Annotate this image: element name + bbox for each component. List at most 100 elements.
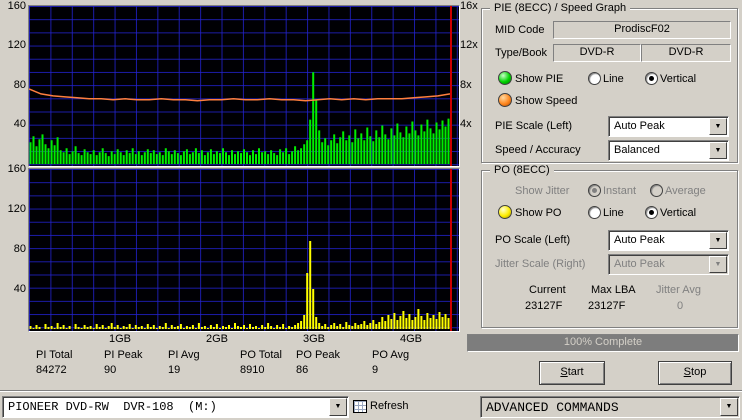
po-axis-tick: 40	[2, 283, 26, 295]
scan-position-marker	[450, 6, 452, 166]
stat-po-peak: PO Peak 86	[296, 349, 340, 376]
start-button[interactable]: Start	[539, 361, 605, 385]
bottom-divider	[0, 390, 742, 392]
current-value: 23127F	[525, 300, 562, 312]
jitter-average-label: Average	[665, 185, 706, 197]
jitter-average-radio	[650, 184, 663, 197]
drive-select[interactable]: PIONEER DVD-RW DVR-108 (M:) ▼	[2, 396, 349, 418]
pie-axis-tick: 160	[2, 0, 26, 12]
stat-pi-peak: PI Peak 90	[104, 349, 143, 376]
pie-vertical-label[interactable]: Vertical	[660, 73, 696, 85]
advanced-commands-value: ADVANCED COMMANDS	[486, 400, 619, 415]
pie-group-title: PIE (8ECC) / Speed Graph	[490, 2, 630, 14]
x-axis-tick: 3GB	[301, 333, 327, 345]
x-axis-tick: 1GB	[107, 333, 133, 345]
po-chart	[29, 169, 457, 329]
advanced-commands-select[interactable]: ADVANCED COMMANDS ▼	[480, 396, 740, 418]
stat-pi-total: PI Total 84272	[36, 349, 73, 376]
po-scale-select[interactable]: Auto Peak ▼	[608, 230, 729, 251]
mid-code-value: ProdiscF02	[553, 21, 731, 39]
jitter-scale-value: Auto Peak	[614, 258, 665, 270]
po-line-label[interactable]: Line	[603, 207, 624, 219]
po-axis-tick: 80	[2, 243, 26, 255]
po-vertical-label[interactable]: Vertical	[660, 207, 696, 219]
current-label: Current	[529, 284, 566, 296]
speed-axis-tick: 8x	[460, 79, 482, 91]
pie-vertical-radio[interactable]	[645, 72, 658, 85]
show-jitter-label: Show Jitter	[515, 185, 569, 197]
speed-accuracy-select[interactable]: Balanced ▼	[608, 140, 729, 161]
pie-line-radio[interactable]	[588, 72, 601, 85]
type-value: DVD-R	[553, 44, 641, 62]
book-value: DVD-R	[641, 44, 731, 62]
progress-bar: 100% Complete	[467, 334, 739, 352]
stop-button[interactable]: Stop	[658, 361, 732, 385]
pie-chart	[29, 6, 457, 164]
po-axis-tick: 120	[2, 203, 26, 215]
pie-axis-tick: 80	[2, 79, 26, 91]
progress-text: 100% Complete	[564, 336, 642, 348]
dropdown-arrow-icon[interactable]: ▼	[720, 398, 738, 416]
mid-code-label: MID Code	[495, 24, 545, 36]
pie-scale-label: PIE Scale (Left)	[495, 120, 572, 132]
show-po-label[interactable]: Show PO	[515, 207, 561, 219]
show-speed-label[interactable]: Show Speed	[515, 95, 577, 107]
pie-speed-graph	[28, 5, 460, 167]
po-vertical-radio[interactable]	[645, 206, 658, 219]
pie-scale-select[interactable]: Auto Peak ▼	[608, 116, 729, 137]
refresh-icon[interactable]	[353, 400, 367, 413]
speed-axis-tick: 4x	[460, 118, 482, 130]
stat-label: PI Total	[36, 349, 73, 361]
show-pie-label[interactable]: Show PIE	[515, 73, 563, 85]
stat-label: PI Avg	[168, 349, 200, 361]
speed-accuracy-value: Balanced	[614, 144, 660, 156]
dropdown-arrow-icon[interactable]: ▼	[709, 118, 727, 135]
jitter-instant-label: Instant	[603, 185, 636, 197]
scan-position-marker	[450, 169, 452, 331]
stat-value: 90	[104, 364, 143, 376]
pie-axis-tick: 120	[2, 39, 26, 51]
show-po-led[interactable]	[498, 205, 512, 219]
drive-select-value: PIONEER DVD-RW DVR-108 (M:)	[8, 400, 217, 414]
stat-label: PI Peak	[104, 349, 143, 361]
pie-scale-value: Auto Peak	[614, 120, 665, 132]
dropdown-arrow-icon: ▼	[709, 256, 727, 273]
po-scale-value: Auto Peak	[614, 234, 665, 246]
po-graph	[28, 168, 460, 332]
dropdown-arrow-icon[interactable]: ▼	[709, 232, 727, 249]
show-speed-led[interactable]	[498, 93, 512, 107]
speed-axis-tick: 12x	[460, 39, 482, 51]
dropdown-arrow-icon[interactable]: ▼	[329, 398, 347, 416]
pie-speed-group: PIE (8ECC) / Speed Graph MID Code Prodis…	[481, 8, 738, 163]
speed-accuracy-label: Speed / Accuracy	[495, 144, 581, 156]
jitter-avg-value: 0	[677, 300, 683, 312]
stat-pi-avg: PI Avg 19	[168, 349, 200, 376]
stat-value: 19	[168, 364, 200, 376]
type-book-label: Type/Book	[495, 47, 547, 59]
stat-value: 84272	[36, 364, 73, 376]
stat-label: PO Avg	[372, 349, 409, 361]
x-axis-tick: 2GB	[204, 333, 230, 345]
jitter-scale-label: Jitter Scale (Right)	[495, 258, 585, 270]
stat-value: 86	[296, 364, 340, 376]
po-scale-label: PO Scale (Left)	[495, 234, 570, 246]
jitter-scale-select: Auto Peak ▼	[608, 254, 729, 275]
stat-value: 9	[372, 364, 409, 376]
pie-line-label[interactable]: Line	[603, 73, 624, 85]
x-axis-tick: 4GB	[398, 333, 424, 345]
dropdown-arrow-icon[interactable]: ▼	[709, 142, 727, 159]
jitter-instant-radio	[588, 184, 601, 197]
stat-po-avg: PO Avg 9	[372, 349, 409, 376]
show-pie-led[interactable]	[498, 71, 512, 85]
stat-value: 8910	[240, 364, 282, 376]
refresh-button[interactable]: Refresh	[370, 400, 409, 412]
po-axis-tick: 160	[2, 163, 26, 175]
po-group: PO (8ECC) Show Jitter Instant Average Sh…	[481, 170, 738, 328]
max-lba-value: 23127F	[588, 300, 625, 312]
po-group-title: PO (8ECC)	[490, 164, 554, 176]
max-lba-label: Max LBA	[591, 284, 636, 296]
po-line-radio[interactable]	[588, 206, 601, 219]
speed-axis-tick: 16x	[460, 0, 482, 12]
jitter-avg-label: Jitter Avg	[656, 284, 701, 296]
stat-label: PO Total	[240, 349, 282, 361]
